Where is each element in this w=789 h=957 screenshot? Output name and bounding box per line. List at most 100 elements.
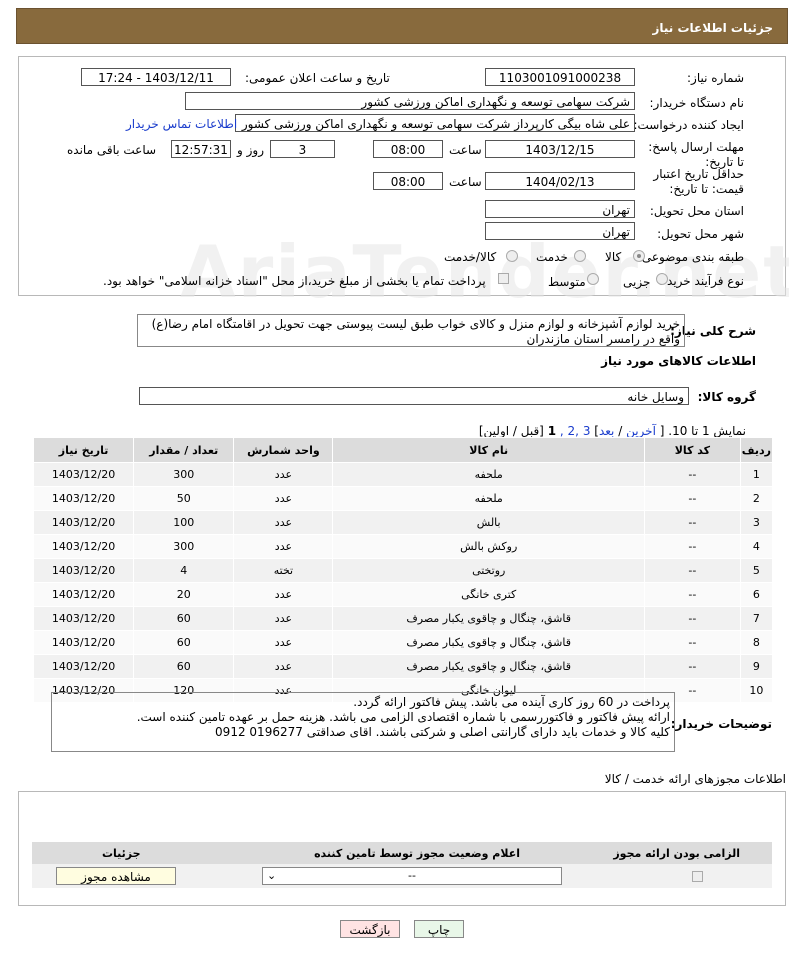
paging-last-link[interactable]: آخرین bbox=[626, 424, 656, 438]
paging-suffix: [قبل / اولین] bbox=[478, 424, 544, 438]
table-row: 2 -- ملحفه عدد 50 1403/12/20 bbox=[32, 486, 774, 511]
permit-col-details: جزئیات bbox=[102, 847, 141, 860]
item-unit: عدد bbox=[233, 630, 334, 655]
permit-col-status: اعلام وضعیت مجوز توسط تامین کننده bbox=[314, 847, 520, 860]
print-button[interactable]: چاپ bbox=[414, 920, 464, 938]
paging-current: 1 bbox=[547, 424, 557, 438]
paging-prefix: نمایش 1 تا 10. [ bbox=[659, 424, 746, 438]
buyer-notes-textarea[interactable]: پرداخت در 60 روز کاری آینده می باشد. پیش… bbox=[51, 692, 675, 752]
item-unit: عدد bbox=[233, 462, 334, 487]
description-textarea[interactable]: خرید لوازم آشپزخانه و لوازم منزل و کالای… bbox=[137, 314, 685, 347]
deadline-date-field[interactable]: 1403/12/15 bbox=[485, 140, 635, 158]
permit-required-checkbox bbox=[692, 871, 703, 882]
city-label: شهر محل تحویل: bbox=[657, 227, 744, 241]
watermark-logo: AriaTender.net bbox=[180, 230, 789, 314]
table-row: 7 -- قاشق، چنگال و چاقوی یکبار مصرف عدد 60 14… bbox=[32, 606, 774, 631]
goods-group-field[interactable]: وسایل خانه bbox=[139, 387, 689, 405]
paging-next-link[interactable]: بعد bbox=[599, 424, 614, 438]
validity-time-field[interactable]: 08:00 bbox=[373, 172, 443, 190]
table-row: 3 -- بالش عدد 100 1403/12/20 bbox=[32, 510, 774, 535]
days-field[interactable]: 3 bbox=[270, 140, 335, 158]
remaining-label: ساعت باقی مانده bbox=[67, 143, 157, 157]
table-row: 4 -- روکش بالش عدد 300 1403/12/20 bbox=[32, 534, 774, 559]
buyer-field[interactable]: شرکت سهامی توسعه و نگهداری اماکن ورزشی ک… bbox=[185, 92, 635, 110]
table-row: 5 -- روتختی تخته 4 1403/12/20 bbox=[32, 558, 774, 583]
item-name: ملحفه bbox=[332, 462, 645, 487]
item-qty: 4 bbox=[133, 558, 235, 583]
col-date: تاریخ نیاز bbox=[32, 437, 135, 463]
row-number: 10 bbox=[739, 678, 774, 703]
item-code: -- bbox=[643, 462, 741, 487]
item-qty: 50 bbox=[133, 486, 235, 511]
page-title: جزئیات اطلاعات نیاز bbox=[652, 21, 773, 35]
item-code: -- bbox=[643, 534, 741, 559]
creator-field[interactable]: علی شاه بیگی کارپرداز شرکت سهامی توسعه و… bbox=[235, 114, 635, 132]
item-name: قاشق، چنگال و چاقوی یکبار مصرف bbox=[332, 606, 645, 631]
back-button[interactable]: بازگشت bbox=[340, 920, 400, 938]
item-name: روکش بالش bbox=[332, 534, 645, 559]
days-label: روز و bbox=[237, 143, 264, 157]
purchase-radio-medium[interactable] bbox=[587, 273, 599, 285]
col-row: ردیف bbox=[739, 437, 774, 463]
item-unit: عدد bbox=[233, 654, 334, 679]
item-name: بالش bbox=[332, 510, 645, 535]
item-date: 1403/12/20 bbox=[32, 558, 135, 583]
col-qty: تعداد / مقدار bbox=[133, 437, 235, 463]
category-radio-both[interactable] bbox=[506, 250, 518, 262]
paging-pages-links[interactable]: 3 ,2 , bbox=[560, 424, 591, 438]
announce-label: تاریخ و ساعت اعلان عمومی: bbox=[245, 71, 390, 85]
page-header: جزئیات اطلاعات نیاز bbox=[16, 8, 788, 44]
item-name: روتختی bbox=[332, 558, 645, 583]
row-number: 8 bbox=[739, 630, 774, 655]
announce-field[interactable]: 1403/12/11 - 17:24 bbox=[81, 68, 231, 86]
purchase-option-minor: جزیی bbox=[623, 275, 651, 289]
province-field[interactable]: تهران bbox=[485, 200, 635, 218]
category-label: طبقه بندی موضوعی: bbox=[637, 250, 744, 264]
table-row: 9 -- قاشق، چنگال و چاقوی یکبار مصرف عدد 60 14… bbox=[32, 654, 774, 679]
row-number: 6 bbox=[739, 582, 774, 607]
category-radio-service[interactable] bbox=[574, 250, 586, 262]
category-radio-goods[interactable] bbox=[633, 250, 645, 262]
buyer-notes-line-1: پرداخت در 60 روز کاری آینده می باشد. پیش… bbox=[353, 695, 670, 709]
permit-col-required: الزامی بودن ارائه مجوز bbox=[613, 847, 740, 860]
view-permit-button[interactable]: مشاهده مجوز bbox=[56, 867, 176, 885]
row-number: 9 bbox=[739, 654, 774, 679]
deadline-time-label: ساعت bbox=[449, 143, 482, 157]
item-unit: تخته bbox=[233, 558, 334, 583]
item-unit: عدد bbox=[233, 534, 334, 559]
category-option-service: خدمت bbox=[536, 250, 568, 264]
creator-label: ایجاد کننده درخواست: bbox=[633, 118, 744, 132]
item-date: 1403/12/20 bbox=[32, 582, 135, 607]
remaining-time-field[interactable]: 12:57:31 bbox=[171, 140, 231, 158]
item-code: -- bbox=[643, 558, 741, 583]
city-field[interactable]: تهران bbox=[485, 222, 635, 240]
deadline-label: مهلت ارسال پاسخ: تا تاریخ: bbox=[648, 140, 744, 169]
province-label: استان محل تحویل: bbox=[649, 204, 744, 218]
item-name: ملحفه bbox=[332, 486, 645, 511]
purchase-radio-minor[interactable] bbox=[656, 273, 668, 285]
validity-date-field[interactable]: 1404/02/13 bbox=[485, 172, 635, 190]
item-code: -- bbox=[643, 606, 741, 631]
category-option-goods: کالا bbox=[605, 250, 622, 264]
item-code: -- bbox=[643, 630, 741, 655]
item-unit: عدد bbox=[233, 582, 334, 607]
item-date: 1403/12/20 bbox=[32, 462, 135, 487]
buyer-contact-link[interactable]: اطلاعات تماس خریدار bbox=[126, 117, 237, 131]
deadline-time-field[interactable]: 08:00 bbox=[373, 140, 443, 158]
chevron-down-icon: ⌄ bbox=[267, 869, 277, 882]
item-code: -- bbox=[643, 582, 741, 607]
item-name: قاشق، چنگال و چاقوی یکبار مصرف bbox=[332, 654, 645, 679]
item-qty: 100 bbox=[133, 510, 235, 535]
need-number-field[interactable]: 1103001091000238 bbox=[485, 68, 635, 86]
item-date: 1403/12/20 bbox=[32, 654, 135, 679]
pagination: نمایش 1 تا 10. [ آخرین / بعد] 3 ,2 , 1 [… bbox=[478, 424, 746, 438]
permit-status-select[interactable]: -- ⌄ bbox=[262, 867, 562, 885]
need-number-label: شماره نیاز: bbox=[687, 71, 744, 85]
goods-table-body: 1 -- ملحفه عدد 300 1403/12/20 2 -- ملحفه عدد 50 140… bbox=[32, 462, 774, 703]
validity-label: حداقل تاریخ اعتبار قیمت: تا تاریخ: bbox=[653, 167, 744, 196]
item-date: 1403/12/20 bbox=[32, 534, 135, 559]
treasury-checkbox[interactable] bbox=[498, 273, 509, 284]
goods-group-label: گروه کالا: bbox=[697, 390, 756, 404]
col-code: کد کالا bbox=[643, 437, 741, 463]
permit-status-value: -- bbox=[408, 869, 416, 882]
